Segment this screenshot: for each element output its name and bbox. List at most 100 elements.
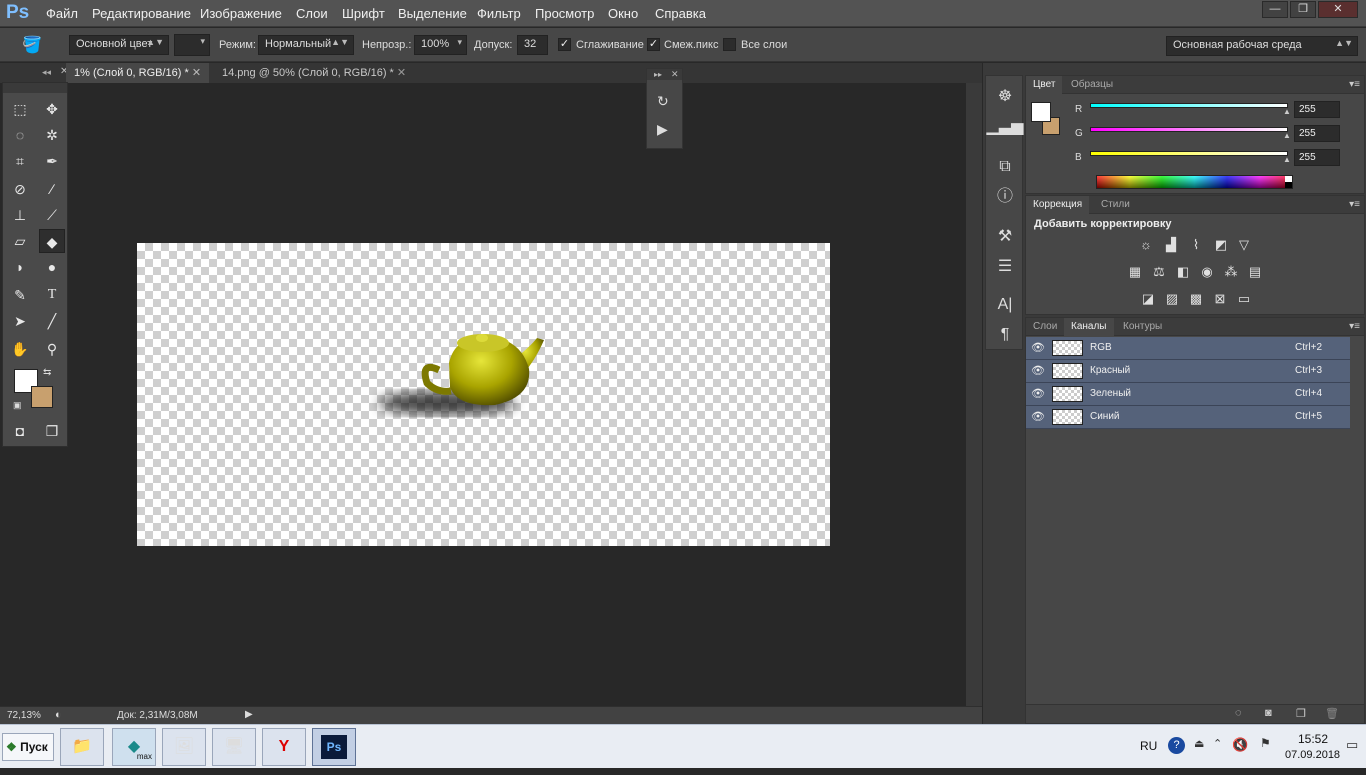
paint-bucket-tool-icon[interactable]: ◆ <box>39 229 65 253</box>
expand-panel-icon[interactable]: ▸▸ <box>654 70 662 79</box>
crop-tool-icon[interactable]: ⌗ <box>7 149 33 173</box>
actions-play-icon[interactable]: ▶ <box>657 121 668 138</box>
opacity-input[interactable]: 100% ▾ <box>414 35 467 55</box>
swap-colors-icon[interactable]: ⇆ <box>43 367 51 378</box>
help-icon[interactable]: ? <box>1168 737 1185 754</box>
lasso-tool-icon[interactable]: ◌ <box>7 123 33 147</box>
menu-window[interactable]: Окно <box>608 6 638 21</box>
history-icon[interactable]: ↻ <box>657 93 669 110</box>
channel-row-green[interactable]: 👁 Зеленый Ctrl+4 <box>1026 383 1350 406</box>
curves-icon[interactable]: ⌇ <box>1186 236 1206 254</box>
maximize-button[interactable]: ❐ <box>1290 1 1316 18</box>
network-icon[interactable]: ⚑ <box>1260 736 1271 750</box>
move-tool-icon[interactable]: ✥ <box>39 97 65 121</box>
menu-layers[interactable]: Слои <box>296 6 328 21</box>
visibility-eye-icon[interactable]: 👁 <box>1031 364 1045 377</box>
yandex-browser-taskbar-icon[interactable]: Y <box>262 728 306 766</box>
language-indicator[interactable]: RU <box>1140 739 1157 753</box>
mode-dropdown[interactable]: Нормальный ▲▼ <box>258 35 354 55</box>
minimize-button[interactable]: — <box>1262 1 1288 18</box>
tab-color[interactable]: Цвет <box>1026 76 1063 94</box>
save-selection-icon[interactable]: ◙ <box>1265 707 1272 719</box>
close-tab-icon[interactable]: ✕ <box>397 67 406 79</box>
panel-menu-icon[interactable]: ▾≡ <box>1349 321 1360 332</box>
channel-row-rgb[interactable]: 👁 RGB Ctrl+2 <box>1026 337 1350 360</box>
zoom-level[interactable]: 72,13% <box>7 710 41 721</box>
color-ramp[interactable] <box>1096 175 1293 189</box>
usb-icon[interactable]: ⏏ <box>1194 737 1204 750</box>
collapse-toolbox-icon[interactable]: ◂◂ <box>42 67 51 78</box>
new-channel-icon[interactable]: ❐ <box>1296 707 1306 720</box>
tolerance-input[interactable]: 32 <box>517 35 548 55</box>
hand-tool-icon[interactable]: ✋ <box>7 337 33 361</box>
b-slider-handle[interactable]: ▲ <box>1283 155 1291 164</box>
exposure-icon[interactable]: ◩ <box>1211 236 1231 254</box>
hue-saturation-icon[interactable]: ▦ <box>1125 263 1145 281</box>
quick-mask-icon[interactable]: ◘ <box>7 419 33 443</box>
ramp-black-swatch[interactable] <box>1285 182 1292 188</box>
histogram-icon[interactable]: ▁▃▅ <box>986 112 1024 142</box>
b-value-input[interactable]: 255 <box>1294 149 1340 166</box>
panel-menu-icon[interactable]: ▾≡ <box>1349 199 1360 210</box>
clock-date[interactable]: 07.09.2018 <box>1285 749 1340 761</box>
status-arrow-icon[interactable]: ▶ <box>245 709 253 720</box>
volume-muted-icon[interactable]: 🔇 <box>1232 737 1248 753</box>
trash-icon[interactable]: 🗑 <box>1325 707 1339 720</box>
workspace-dropdown[interactable]: Основная рабочая среда ▲▼ <box>1166 36 1358 56</box>
channel-row-red[interactable]: 👁 Красный Ctrl+3 <box>1026 360 1350 383</box>
explorer-taskbar-icon[interactable]: 📁 <box>60 728 104 766</box>
brightness-icon[interactable]: ☼ <box>1136 236 1156 254</box>
start-button[interactable]: ❖ Пуск <box>2 733 54 761</box>
menu-help[interactable]: Справка <box>655 6 706 21</box>
contiguous-checkbox[interactable]: ✓ <box>647 38 660 51</box>
load-selection-icon[interactable]: ◌ <box>1235 707 1242 719</box>
channel-mixer-icon[interactable]: ⁂ <box>1221 263 1241 281</box>
brush-presets-icon[interactable]: ⚒ <box>986 222 1024 252</box>
3dsmax-taskbar-icon[interactable]: ◆ max <box>112 728 156 766</box>
paragraph-icon[interactable]: ¶ <box>986 320 1024 350</box>
r-slider-handle[interactable]: ▲ <box>1283 107 1291 116</box>
menu-type[interactable]: Шрифт <box>342 6 385 21</box>
path-selection-tool-icon[interactable]: ➤ <box>7 309 33 333</box>
b-slider[interactable] <box>1090 151 1288 156</box>
character-icon[interactable]: A| <box>986 290 1024 320</box>
menu-view[interactable]: Просмотр <box>535 6 594 21</box>
history-brush-tool-icon[interactable]: ⟋ <box>39 203 65 227</box>
3d-icon[interactable]: ⧉ <box>986 152 1024 182</box>
menu-file[interactable]: Файл <box>46 6 78 21</box>
magic-wand-tool-icon[interactable]: ✲ <box>39 123 65 147</box>
eyedropper-tool-icon[interactable]: ✒ <box>39 149 65 173</box>
selective-color-icon[interactable]: ⊠ <box>1210 290 1230 308</box>
show-desktop-icon[interactable]: ▭ <box>1346 737 1358 753</box>
document-canvas[interactable] <box>137 243 830 546</box>
screen-mode-icon[interactable]: ❐ <box>39 419 65 443</box>
pattern-picker[interactable]: ▾ <box>174 34 210 56</box>
threshold-icon[interactable]: ▩ <box>1186 290 1206 308</box>
tab-adjustments[interactable]: Коррекция <box>1026 196 1090 214</box>
visibility-eye-icon[interactable]: 👁 <box>1031 387 1045 400</box>
vibrance-icon[interactable]: ▽ <box>1234 236 1254 254</box>
posterize-icon[interactable]: ▨ <box>1162 290 1182 308</box>
background-color-swatch[interactable] <box>31 386 53 408</box>
marquee-tool-icon[interactable]: ⬚ <box>7 97 33 121</box>
healing-brush-tool-icon[interactable]: ⊘ <box>7 177 33 201</box>
dodge-tool-icon[interactable]: ● <box>39 255 65 279</box>
all-layers-checkbox[interactable] <box>723 38 736 51</box>
show-hidden-icons[interactable]: ⌃ <box>1213 737 1222 750</box>
antialias-checkbox[interactable]: ✓ <box>558 38 571 51</box>
panel-menu-icon[interactable]: ▾≡ <box>1349 79 1360 90</box>
clone-source-icon[interactable]: ☰ <box>986 252 1024 282</box>
color-balance-icon[interactable]: ⚖ <box>1149 263 1169 281</box>
tab-document-2[interactable]: 14.png @ 50% (Слой 0, RGB/16) * ✕ <box>214 63 414 83</box>
close-button[interactable]: ✕ <box>1318 1 1358 18</box>
fill-source-dropdown[interactable]: Основной цвет ▲▼ <box>69 35 169 55</box>
image-viewer-taskbar-icon[interactable]: 🖼 <box>162 728 206 766</box>
tab-layers[interactable]: Слои <box>1026 318 1064 336</box>
color-fg-swatch[interactable] <box>1031 102 1051 122</box>
control-panel-taskbar-icon[interactable]: 🖥 <box>212 728 256 766</box>
pen-tool-icon[interactable]: ✎ <box>7 283 33 307</box>
line-tool-icon[interactable]: ╱ <box>39 309 65 333</box>
type-tool-icon[interactable]: T <box>39 283 65 307</box>
tab-document-1[interactable]: 1% (Слой 0, RGB/16) * ✕ <box>66 63 210 83</box>
default-colors-icon[interactable]: ▣ <box>13 400 22 411</box>
